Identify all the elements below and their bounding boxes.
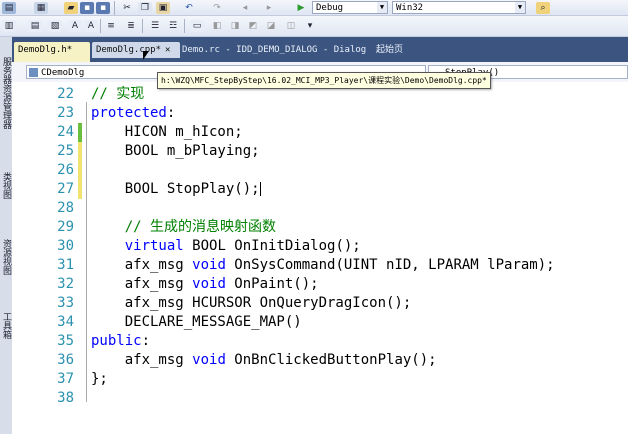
change-marker [78, 161, 82, 180]
line-number: 37 [57, 371, 74, 387]
class-icon [29, 68, 38, 77]
tab-label: 起始页 [376, 45, 404, 55]
code-line[interactable]: BOOL m_bPlaying; [91, 142, 260, 161]
new-project-icon[interactable]: ▤ [2, 2, 16, 14]
line-number: 38 [57, 390, 74, 406]
line-number: 29 [57, 219, 74, 235]
outline-guide [86, 102, 87, 402]
code-line[interactable]: virtual BOOL OnInitDialog(); [91, 237, 361, 256]
sidebar-tab-class-view[interactable]: 类视图 [0, 157, 12, 213]
line-number: 36 [57, 352, 74, 368]
code-editor[interactable]: 22 // 实现 23 protected: 24 HICON m_hIcon; 25 B… [12, 82, 628, 434]
line-number: 23 [57, 105, 74, 121]
cut-icon[interactable]: ✂ [120, 2, 134, 14]
code-line[interactable]: afx_msg void OnBnClickedButtonPlay(); [91, 351, 437, 370]
paste-icon[interactable]: ▣ [156, 2, 170, 14]
start-debug-icon[interactable]: ▶ [294, 2, 308, 14]
tab-label: DemoDlg.h* [18, 45, 73, 55]
navigate-forward-icon[interactable]: ▸ [262, 2, 276, 14]
line-number: 22 [57, 86, 74, 102]
sidebar-tab-server-explorer[interactable]: 服务器资源管理器 [0, 43, 12, 143]
code-line[interactable]: DECLARE_MESSAGE_MAP() [91, 313, 302, 332]
code-line[interactable]: public: [91, 332, 150, 351]
toolbar-separator [142, 19, 143, 33]
uncomment-icon[interactable]: ☲ [166, 20, 180, 32]
toolbar-text-editor: ▥ ▤ ▧ A A ≡ ≣ ☰ ☲ ▭ ◧ ◨ ◩ ◪ ◫ ▾ [0, 16, 628, 37]
copy-icon[interactable]: ❐ [138, 2, 152, 14]
line-number: 30 [57, 238, 74, 254]
chevron-down-icon[interactable]: ▼ [515, 2, 525, 13]
solution-platform-select[interactable]: Win32 ▼ [392, 1, 526, 14]
comment-out-icon[interactable]: ☰ [148, 20, 162, 32]
toolbar-separator [100, 19, 101, 33]
line-number: 24 [57, 124, 74, 140]
code-line[interactable]: afx_msg HCURSOR OnQueryDragIcon(); [91, 294, 412, 313]
class-select-value: CDemoDlg [41, 68, 85, 78]
toolbar-standard: ▤ ▦ ▰ ▪ ▪ ✂ ❐ ▣ ↶ ↷ ◂ ▸ ▶ Debug ▼ Win32 … [0, 0, 628, 16]
chevron-down-icon[interactable]: ▼ [377, 2, 387, 13]
solution-platform-value: Win32 [396, 3, 424, 13]
save-icon[interactable]: ▪ [80, 2, 94, 14]
line-number: 28 [57, 200, 74, 216]
code-line[interactable]: protected: [91, 104, 175, 123]
sidebar-tab-toolbox[interactable]: 工具箱 [0, 301, 12, 349]
increase-indent-icon[interactable]: ≣ [124, 20, 138, 32]
change-marker [78, 180, 82, 199]
change-marker [78, 123, 82, 142]
line-number: 34 [57, 314, 74, 330]
line-number: 35 [57, 333, 74, 349]
undo-icon[interactable]: ↶ [182, 2, 196, 14]
save-all-icon[interactable]: ▪ [96, 2, 110, 14]
previous-bookmark-folder-icon[interactable]: ◩ [246, 20, 260, 32]
tab-demodlg-cpp[interactable]: DemoDlg.cpp* ✕ [92, 42, 180, 58]
next-bookmark-icon[interactable]: ◨ [228, 20, 242, 32]
complete-word-2-icon[interactable]: A [84, 20, 98, 32]
sidebar-tab-resource-view[interactable]: 资源视图 [0, 221, 12, 293]
complete-word-icon[interactable]: A [68, 20, 82, 32]
toolbar-separator [114, 1, 115, 15]
document-tab-bar: DemoDlg.h* DemoDlg.cpp* ✕ Demo.rc - IDD_D… [12, 37, 628, 62]
code-line[interactable]: afx_msg void OnSysCommand(UINT nID, LPAR… [91, 256, 555, 275]
open-file-icon[interactable]: ▰ [64, 2, 78, 14]
line-number: 25 [57, 143, 74, 159]
next-bookmark-folder-icon[interactable]: ◪ [264, 20, 278, 32]
line-number: 27 [57, 181, 74, 197]
display-quick-info-icon[interactable]: ▧ [48, 20, 62, 32]
code-line[interactable]: HICON m_hIcon; [91, 123, 243, 142]
add-item-icon[interactable]: ▦ [34, 2, 48, 14]
display-object-icon[interactable]: ▥ [2, 20, 16, 32]
toolbar-separator [184, 19, 185, 33]
solution-config-value: Debug [316, 3, 344, 13]
display-parameter-info-icon[interactable]: ▤ [28, 20, 42, 32]
file-path-tooltip: h:\WZQ\MFC_StepByStep\16.02_MCI_MP3_Play… [157, 72, 491, 89]
find-in-files-icon[interactable]: ⌕ [536, 2, 550, 14]
code-line[interactable]: // 生成的消息映射函数 [91, 218, 276, 237]
line-number: 31 [57, 257, 74, 273]
text-caret [259, 182, 261, 196]
clear-bookmarks-icon[interactable]: ◫ [284, 20, 298, 32]
code-line[interactable]: // 实现 [91, 85, 144, 104]
line-number: 33 [57, 295, 74, 311]
tab-start-page[interactable]: 起始页 [372, 42, 432, 58]
toolbar-overflow-icon[interactable]: ▾ [306, 20, 314, 32]
redo-icon[interactable]: ↷ [210, 2, 224, 14]
code-line[interactable]: BOOL StopPlay(); [91, 180, 261, 199]
solution-config-select[interactable]: Debug ▼ [312, 1, 388, 14]
tab-label: DemoDlg.cpp* [96, 45, 162, 55]
previous-bookmark-icon[interactable]: ◧ [210, 20, 224, 32]
toggle-bookmark-icon[interactable]: ▭ [190, 20, 204, 32]
code-line[interactable]: afx_msg void OnPaint(); [91, 275, 319, 294]
tab-demo-rc-dialog[interactable]: Demo.rc - IDD_DEMO_DIALOG - Dialog [178, 42, 368, 58]
change-marker [78, 142, 82, 161]
line-number: 26 [57, 162, 74, 178]
decrease-indent-icon[interactable]: ≡ [104, 20, 118, 32]
close-icon[interactable]: ✕ [165, 42, 170, 58]
tab-demodlg-h[interactable]: DemoDlg.h* [14, 42, 90, 62]
mouse-pointer-icon [143, 51, 149, 60]
line-number: 32 [57, 276, 74, 292]
tab-label: Demo.rc - IDD_DEMO_DIALOG - Dialog [182, 45, 367, 55]
code-line[interactable]: }; [91, 370, 108, 389]
navigate-back-icon[interactable]: ◂ [238, 2, 252, 14]
